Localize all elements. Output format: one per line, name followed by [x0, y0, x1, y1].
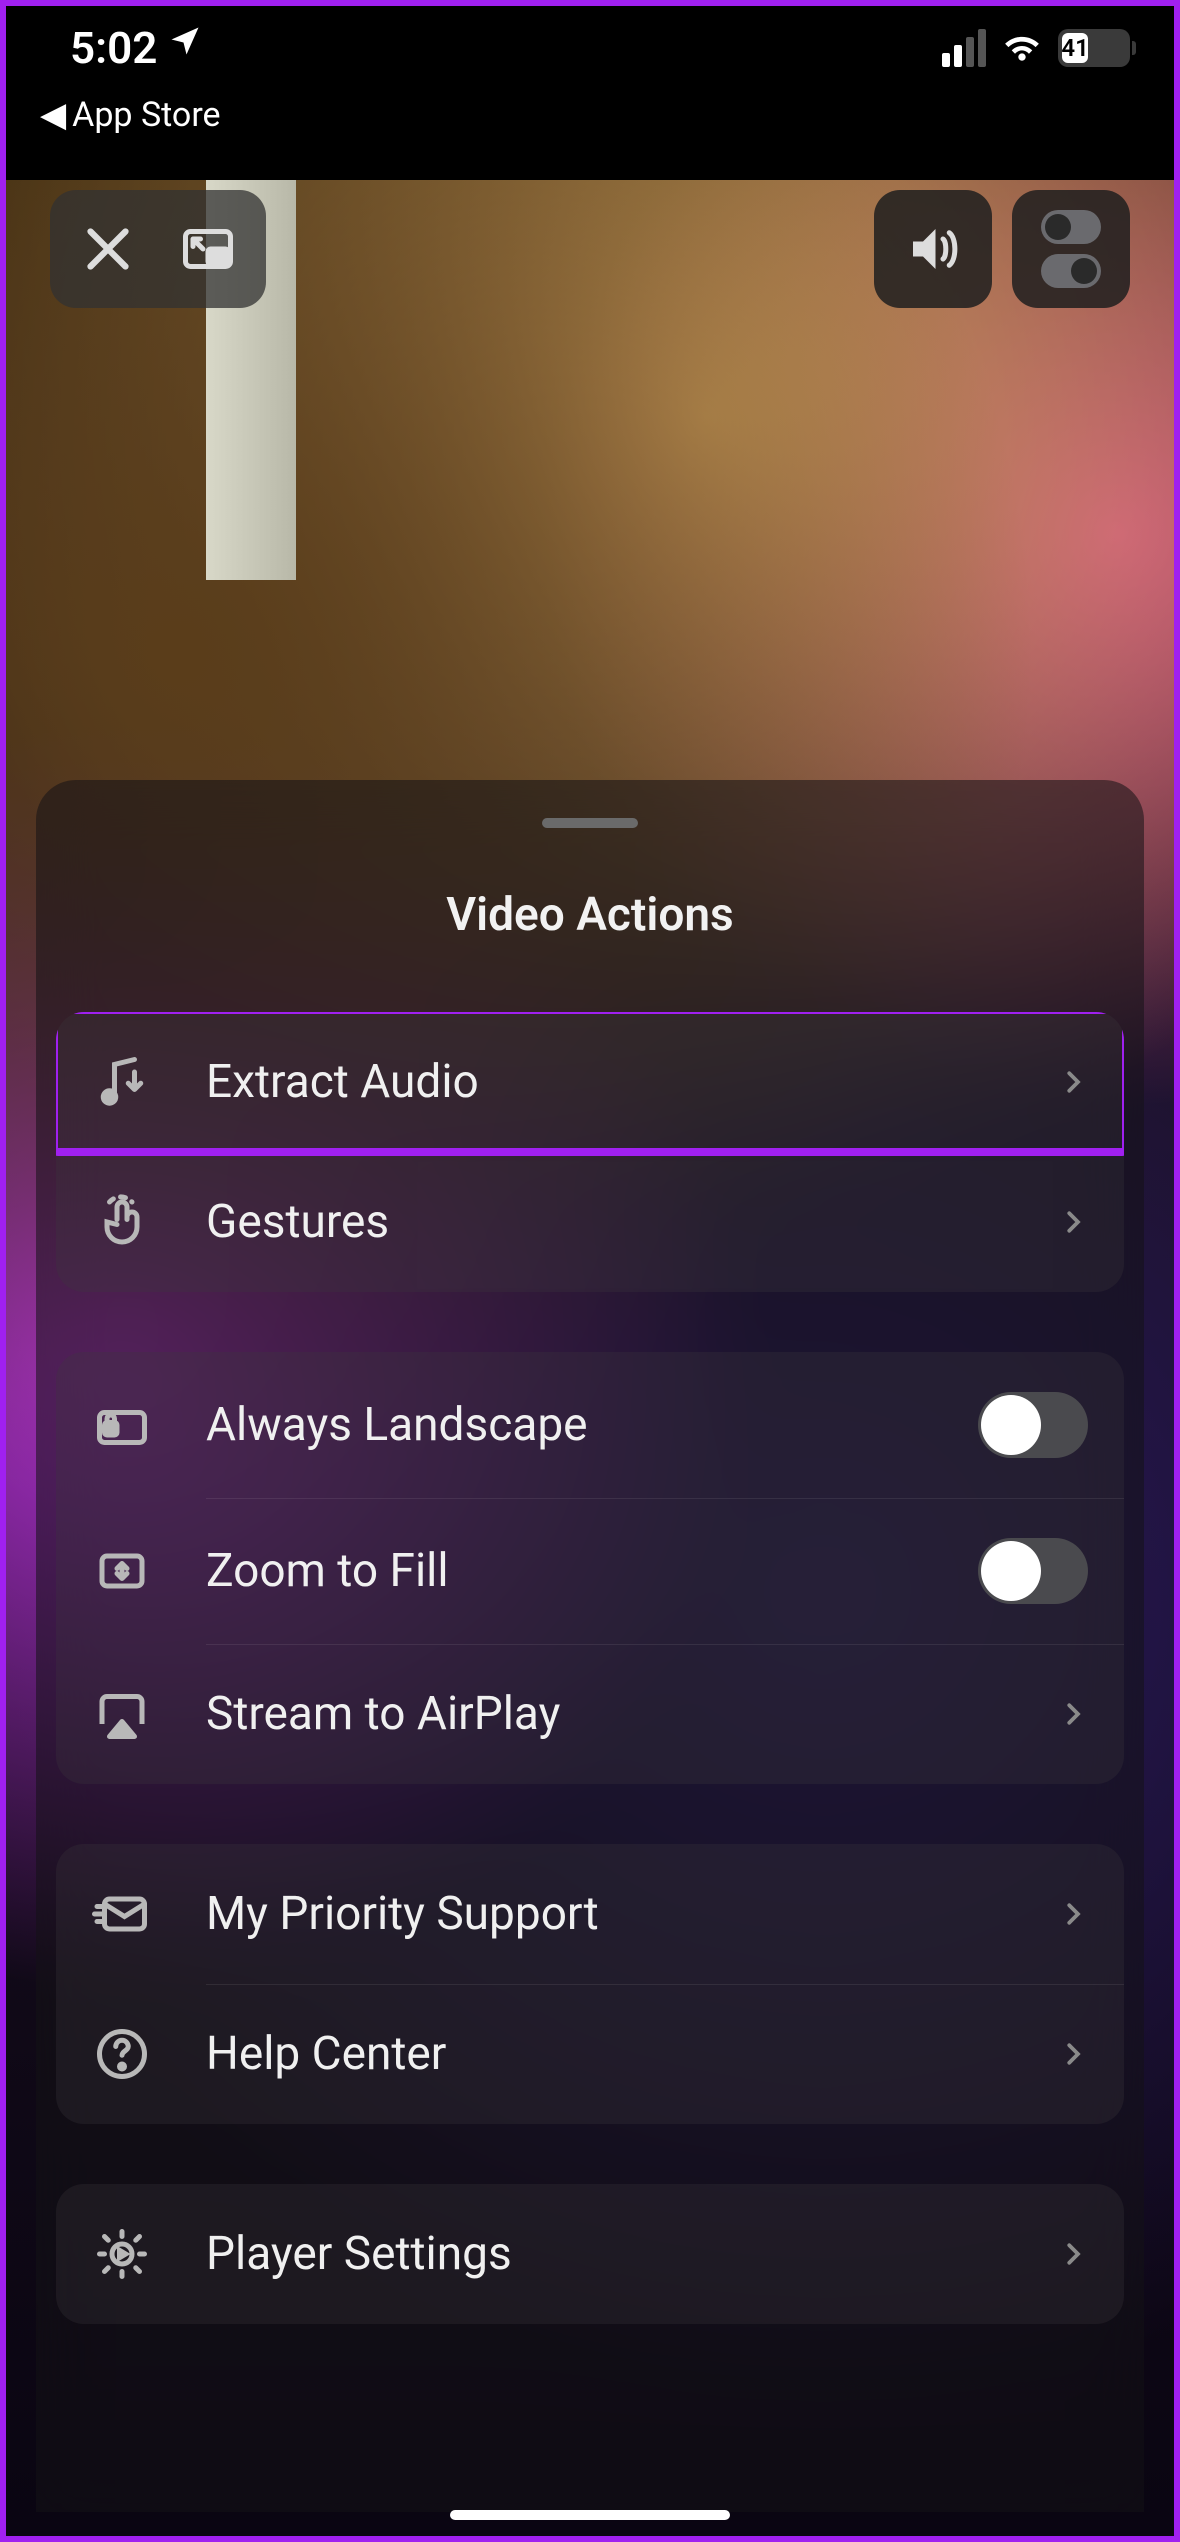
- row-priority-support[interactable]: My Priority Support: [56, 1844, 1124, 1984]
- battery-level: 41: [1062, 33, 1088, 63]
- video-actions-sheet[interactable]: Video Actions Extract Audio Gestures: [36, 780, 1144, 2512]
- row-always-landscape[interactable]: Always Landscape: [56, 1352, 1124, 1498]
- landscape-lock-icon: [92, 1395, 152, 1455]
- toggles-icon: [1041, 210, 1101, 288]
- tap-gesture-icon: [92, 1192, 152, 1252]
- row-label: Zoom to Fill: [206, 1544, 978, 1598]
- chevron-right-icon: [1058, 1899, 1088, 1929]
- help-icon: [92, 2024, 152, 2084]
- chevron-right-icon: [1058, 2239, 1088, 2269]
- row-gestures[interactable]: Gestures: [56, 1152, 1124, 1292]
- sheet-title: Video Actions: [56, 888, 1124, 942]
- status-time: 5:02: [70, 22, 157, 74]
- chevron-right-icon: [1058, 1207, 1088, 1237]
- chevron-right-icon: [1058, 2039, 1088, 2069]
- row-label: Gestures: [206, 1195, 1058, 1249]
- status-bar: 5:02 41: [0, 0, 1180, 95]
- wifi-icon: [1000, 24, 1044, 72]
- music-download-icon: [92, 1052, 152, 1112]
- chevron-right-icon: [1058, 1699, 1088, 1729]
- row-label: Extract Audio: [206, 1055, 1058, 1109]
- close-icon[interactable]: [78, 219, 138, 279]
- location-icon: [167, 23, 203, 68]
- actions-group-4: Player Settings: [56, 2184, 1124, 2324]
- zoom-fill-icon: [92, 1541, 152, 1601]
- actions-group-3: My Priority Support Help Center: [56, 1844, 1124, 2124]
- volume-button[interactable]: [874, 190, 992, 308]
- battery-icon: 41: [1058, 29, 1130, 67]
- back-to-app[interactable]: ◀ App Store: [0, 95, 1180, 155]
- toggle-zoom-to-fill[interactable]: [978, 1538, 1088, 1604]
- settings-toggles-button[interactable]: [1012, 190, 1130, 308]
- gear-play-icon: [92, 2224, 152, 2284]
- home-indicator[interactable]: [450, 2510, 730, 2520]
- row-label: My Priority Support: [206, 1887, 1058, 1941]
- row-stream-airplay[interactable]: Stream to AirPlay: [56, 1644, 1124, 1784]
- row-label: Help Center: [206, 2027, 1058, 2081]
- priority-mail-icon: [92, 1884, 152, 1944]
- row-zoom-to-fill[interactable]: Zoom to Fill: [56, 1498, 1124, 1644]
- row-label: Stream to AirPlay: [206, 1687, 1058, 1741]
- row-label: Always Landscape: [206, 1398, 978, 1452]
- cellular-icon: [942, 29, 986, 67]
- back-app-label: App Store: [72, 95, 220, 135]
- row-extract-audio[interactable]: Extract Audio: [56, 1012, 1124, 1152]
- chevron-right-icon: [1058, 1067, 1088, 1097]
- row-label: Player Settings: [206, 2227, 1058, 2281]
- speaker-icon: [903, 219, 963, 279]
- airplay-icon: [92, 1684, 152, 1744]
- actions-group-2: Always Landscape Zoom to Fill Stream to …: [56, 1352, 1124, 1784]
- actions-group-1: Extract Audio Gestures: [56, 1012, 1124, 1292]
- row-help-center[interactable]: Help Center: [56, 1984, 1124, 2124]
- picture-in-picture-icon[interactable]: [178, 219, 238, 279]
- toggle-always-landscape[interactable]: [978, 1392, 1088, 1458]
- back-caret-icon: ◀: [40, 95, 66, 135]
- player-left-controls: [50, 190, 266, 308]
- row-player-settings[interactable]: Player Settings: [56, 2184, 1124, 2324]
